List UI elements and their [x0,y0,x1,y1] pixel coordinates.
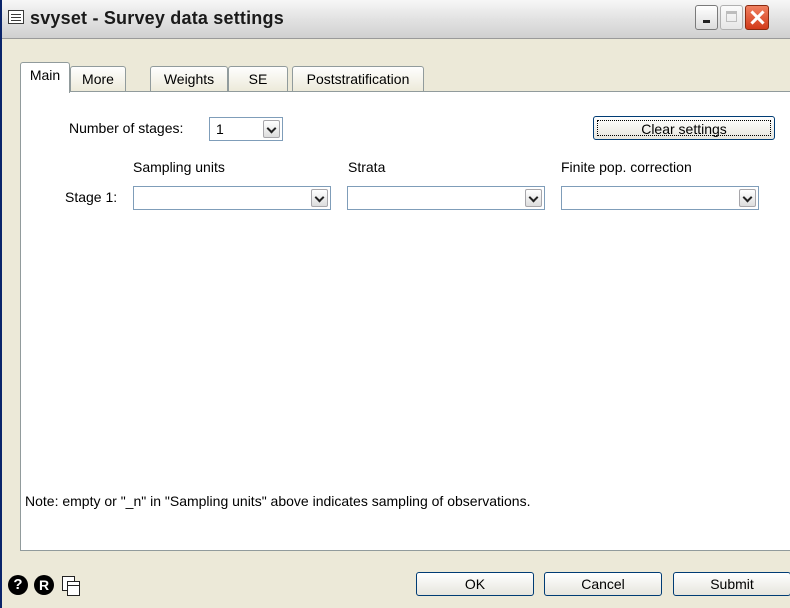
close-button[interactable] [745,5,769,30]
chevron-down-icon[interactable] [739,189,756,207]
reset-icon[interactable]: R [34,575,54,595]
main-panel: Number of stages: 1 Clear settings Sampl… [20,91,790,551]
clear-settings-button[interactable]: Clear settings [593,116,775,140]
sampling-units-combo[interactable] [133,186,331,210]
stages-label: Number of stages: [69,120,184,136]
stages-combo[interactable]: 1 [209,117,283,141]
submit-button[interactable]: Submit [673,572,790,596]
strata-header: Strata [348,159,386,175]
stages-value: 1 [216,121,224,137]
chevron-down-icon[interactable] [525,189,542,207]
ok-button[interactable]: OK [416,572,534,596]
strata-combo[interactable] [347,186,545,210]
window-icon[interactable] [8,10,24,24]
fpc-combo[interactable] [561,186,759,210]
copy-command-icon[interactable] [60,575,80,596]
stage1-label: Stage 1: [65,189,118,205]
svyset-dialog: svyset - Survey data settings Main More … [0,0,790,608]
window-title: svyset - Survey data settings [30,8,284,28]
tab-more[interactable]: More [70,66,126,92]
fpc-header: Finite pop. correction [561,159,692,175]
clear-settings-label: Clear settings [597,120,771,137]
chevron-down-icon[interactable] [311,189,328,207]
cancel-button[interactable]: Cancel [544,572,662,596]
help-icon[interactable]: ? [8,575,28,595]
maximize-button [720,5,743,30]
tab-weights[interactable]: Weights [150,66,228,92]
chevron-down-icon[interactable] [263,120,280,138]
sampling-note: Note: empty or "_n" in "Sampling units" … [25,493,531,509]
title-bar[interactable]: svyset - Survey data settings [2,0,790,39]
tab-se[interactable]: SE [228,66,288,92]
sampling-units-header: Sampling units [133,159,225,175]
tab-main[interactable]: Main [20,62,70,93]
tab-poststratification[interactable]: Poststratification [292,66,424,92]
minimize-button[interactable] [695,5,718,30]
